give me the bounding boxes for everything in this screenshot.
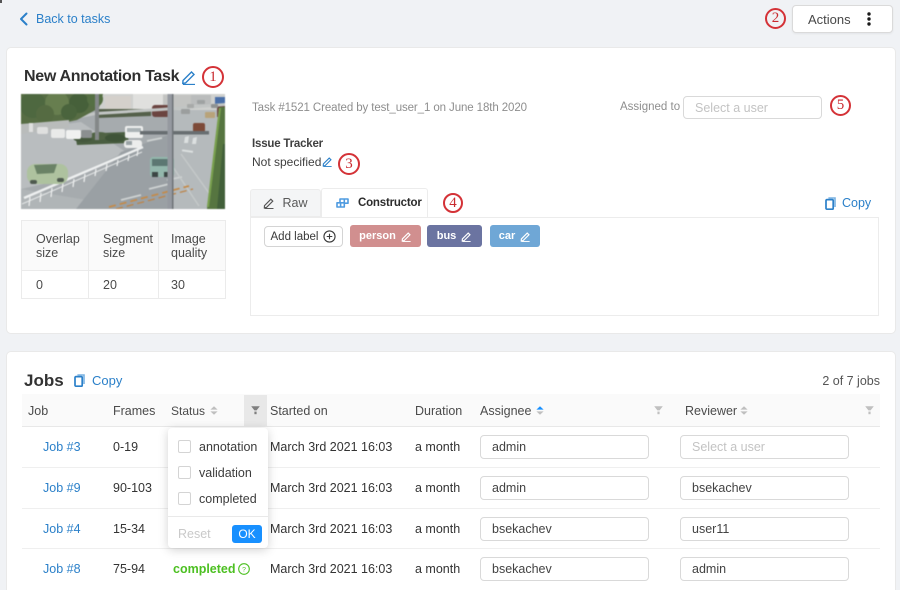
svg-text:?: ? bbox=[242, 567, 246, 574]
